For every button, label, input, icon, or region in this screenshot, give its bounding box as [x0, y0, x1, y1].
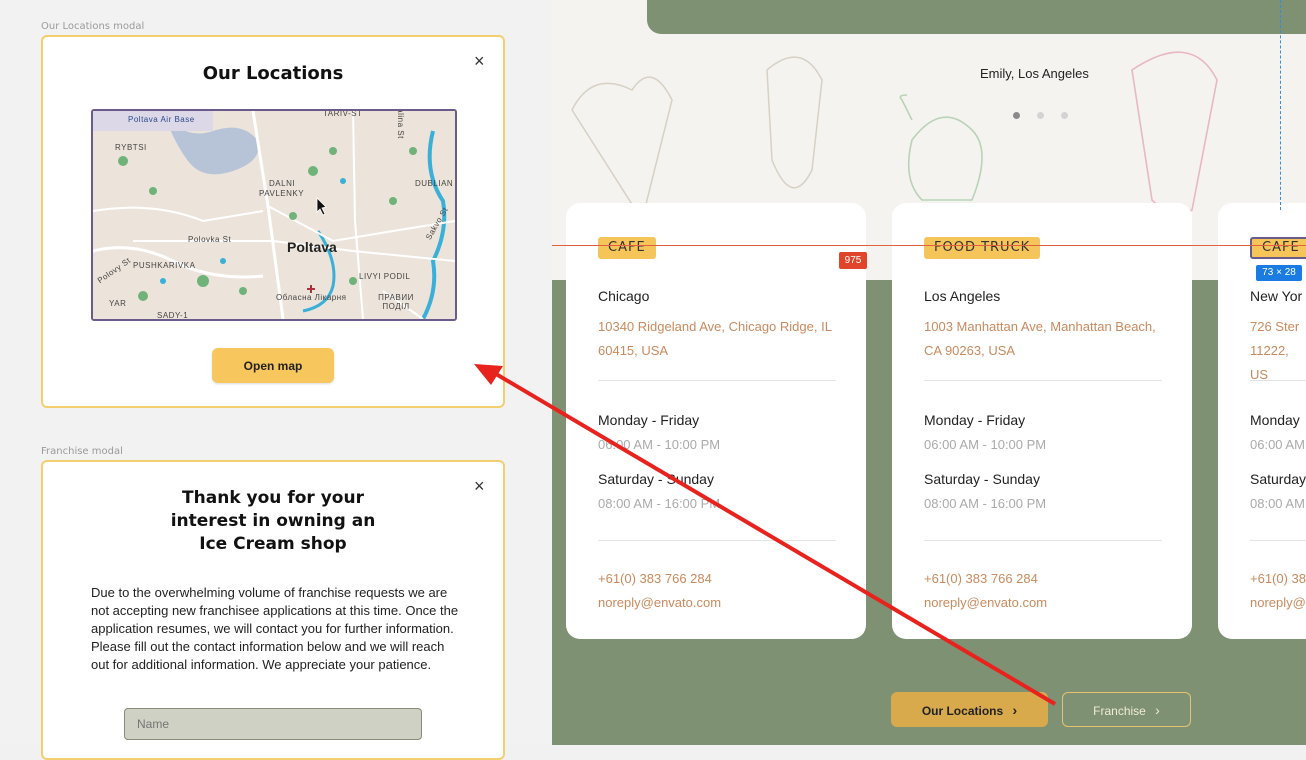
- weekend-label: Saturday - Sunday: [924, 471, 1040, 487]
- our-locations-label: Our Locations: [921, 703, 1004, 718]
- phone-link[interactable]: +61(0) 383 766 284: [598, 571, 712, 586]
- weekend-hours: 08:00 AM: [1250, 496, 1305, 511]
- map-label-dalni: DALNI: [269, 179, 296, 188]
- chevron-right-icon: ›: [1012, 701, 1018, 718]
- card-city: Chicago: [598, 288, 650, 304]
- map-label-pravyi: ПРАВИИ ПОДІЛ: [378, 293, 414, 311]
- franchise-modal: × Thank you for your interest in owning …: [41, 460, 505, 760]
- franchise-title-line-2: interest in owning an: [170, 511, 376, 531]
- weekend-hours: 08:00 AM - 16:00 PM: [924, 496, 1047, 511]
- email-link[interactable]: noreply@envato.com: [924, 595, 1047, 610]
- name-input[interactable]: [124, 708, 422, 740]
- carousel-dot-active[interactable]: [1013, 112, 1020, 119]
- measure-guide-line: [552, 245, 1306, 246]
- weekend-label: Saturday: [1250, 471, 1306, 487]
- divider: [924, 380, 1162, 381]
- map-label-airbase: Poltava Air Base: [128, 115, 195, 124]
- card-tag: CAFE: [598, 237, 656, 259]
- carousel-dot[interactable]: [1037, 112, 1044, 119]
- map-label-sady: SADY-1: [157, 311, 189, 320]
- map-label-yar: YAR: [109, 299, 127, 308]
- email-link[interactable]: noreply@: [1250, 595, 1306, 610]
- weekday-label: Monday: [1250, 412, 1300, 428]
- card-tag: FOOD TRUCK: [924, 237, 1041, 259]
- divider: [598, 540, 836, 541]
- franchise-button[interactable]: Franchise ›: [1062, 692, 1191, 727]
- dimension-badge: 73 × 28: [1256, 265, 1302, 281]
- map-preview[interactable]: Poltava Air Base RYBTSI DALNI PAVLENKY D…: [91, 109, 457, 321]
- ice-cream-sketches: [571, 51, 1218, 222]
- map-label-rybtsi: RYBTSI: [115, 143, 147, 152]
- card-city: New Yor: [1250, 288, 1303, 304]
- carousel-dot[interactable]: [1061, 112, 1068, 119]
- weekday-hours: 06:00 AM - 10:00 PM: [598, 437, 721, 452]
- map-label-pushkarivka: PUSHKARIVKA: [133, 261, 196, 270]
- card-address[interactable]: 10340 Ridgeland Ave, Chicago Ridge, IL 6…: [598, 315, 838, 363]
- open-map-button[interactable]: Open map: [212, 348, 334, 383]
- map-label-hospital: Обласна Лікарня: [276, 293, 347, 302]
- weekday-hours: 06:00 AM - 10:00 PM: [924, 437, 1047, 452]
- website-preview: Emily, Los Angeles CAFE Chicago 10340 Ri…: [552, 0, 1306, 745]
- locations-frame-label: Our Locations modal: [41, 21, 145, 32]
- divider: [1250, 380, 1306, 381]
- divider: [1250, 540, 1306, 541]
- map-label-polovka: Polovka St: [188, 235, 232, 244]
- testimonial-author: Emily, Los Angeles: [980, 66, 1089, 81]
- divider: [924, 540, 1162, 541]
- franchise-body-text: Due to the overwhelming volume of franch…: [91, 585, 459, 672]
- weekday-label: Monday - Friday: [598, 412, 700, 428]
- map-label-pavlenky: PAVLENKY: [259, 189, 305, 198]
- weekend-hours: 08:00 AM - 16:00 PM: [598, 496, 721, 511]
- left-canvas: Our Locations modal × Our Locations Polt…: [0, 0, 552, 760]
- header-band: [647, 0, 1306, 34]
- email-link[interactable]: noreply@envato.com: [598, 595, 721, 610]
- franchise-frame-label: Franchise modal: [41, 446, 123, 457]
- card-address[interactable]: 726 Ster 11222, US: [1250, 315, 1306, 387]
- divider: [598, 380, 836, 381]
- vertical-guide-line: [1280, 0, 1281, 210]
- franchise-label: Franchise: [1093, 703, 1146, 718]
- card-address[interactable]: 1003 Manhattan Ave, Manhattan Beach, CA …: [924, 315, 1164, 363]
- weekday-label: Monday - Friday: [924, 412, 1026, 428]
- map-label-dublian: DUBLIAN: [415, 179, 454, 188]
- weekday-hours: 06:00 AM: [1250, 437, 1305, 452]
- map-label-livyi: LIVYI PODIL: [359, 272, 411, 281]
- location-card: CAFE Chicago 10340 Ridgeland Ave, Chicag…: [566, 203, 866, 639]
- map-graphic: [93, 111, 455, 319]
- map-label-city: Poltava: [287, 239, 337, 255]
- weekend-label: Saturday - Sunday: [598, 471, 714, 487]
- chevron-right-icon: ›: [1155, 701, 1160, 718]
- franchise-title-line-3: Ice Cream shop: [199, 534, 347, 554]
- map-label-tarutina: TARIV-ST: [323, 109, 363, 118]
- card-city: Los Angeles: [924, 288, 1001, 304]
- card-tag-selected[interactable]: CAFE: [1250, 237, 1306, 259]
- phone-link[interactable]: +61(0) 38: [1250, 571, 1306, 586]
- locations-modal: × Our Locations Poltava Air Base RYBTSI …: [41, 35, 505, 408]
- map-label-alina: alina St: [395, 109, 405, 139]
- franchise-title-line-1: Thank you for your: [182, 488, 364, 508]
- distance-badge: 975: [839, 252, 867, 269]
- location-card: FOOD TRUCK Los Angeles 1003 Manhattan Av…: [892, 203, 1192, 639]
- locations-modal-title: Our Locations: [202, 63, 344, 84]
- our-locations-button[interactable]: Our Locations ›: [891, 692, 1048, 727]
- phone-link[interactable]: +61(0) 383 766 284: [924, 571, 1038, 586]
